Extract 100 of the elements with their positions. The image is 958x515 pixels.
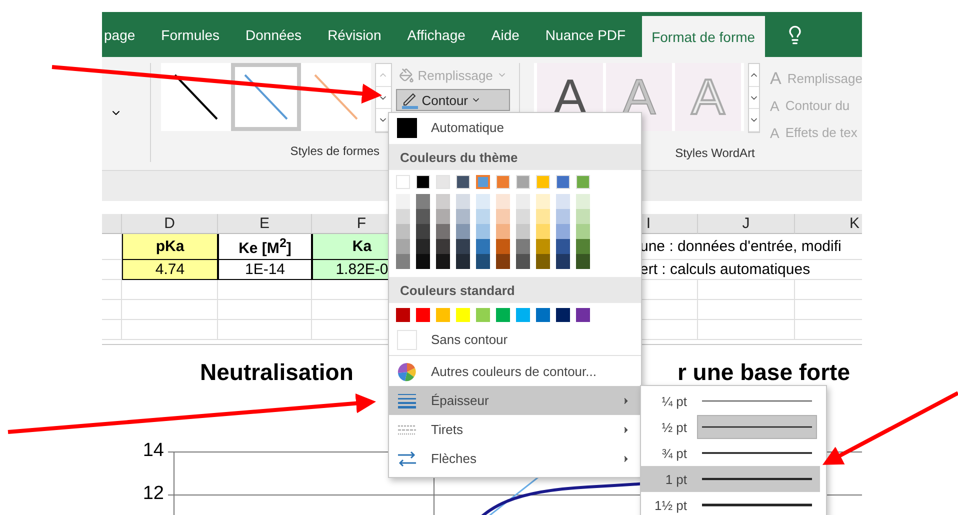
color-swatch[interactable] <box>396 239 410 254</box>
color-swatch[interactable] <box>416 194 430 209</box>
color-swatch[interactable] <box>536 254 550 269</box>
color-swatch[interactable] <box>476 209 490 224</box>
axis-label: 12 <box>142 483 164 505</box>
pen-icon <box>400 91 419 109</box>
color-swatch[interactable] <box>456 209 470 224</box>
color-swatch[interactable] <box>556 209 570 224</box>
color-swatch[interactable] <box>536 224 550 239</box>
color-swatch[interactable] <box>436 308 450 322</box>
column-header[interactable]: D <box>122 214 218 234</box>
section-header: Couleurs du thème <box>389 144 641 170</box>
color-swatch[interactable] <box>456 239 470 254</box>
outline-button[interactable]: Contour <box>396 89 510 111</box>
color-swatch[interactable] <box>576 239 590 254</box>
menu-item[interactable]: Sans contour <box>389 325 641 354</box>
menu-item[interactable]: Épaisseur <box>389 386 641 415</box>
ribbon-tab[interactable]: page <box>102 12 146 57</box>
menu-item[interactable]: ¾ pt <box>641 440 820 466</box>
color-swatch[interactable] <box>416 254 430 269</box>
menu-item[interactable]: Tirets <box>389 415 641 444</box>
color-swatch[interactable] <box>476 239 490 254</box>
color-swatch[interactable] <box>576 254 590 269</box>
color-swatch[interactable] <box>536 194 550 209</box>
color-swatch[interactable] <box>576 224 590 239</box>
color-swatch[interactable] <box>436 209 450 224</box>
line-sample-icon <box>702 425 812 429</box>
color-swatch[interactable] <box>556 308 570 322</box>
color-swatch[interactable] <box>516 224 530 239</box>
menu-item[interactable]: ¼ pt <box>641 388 820 414</box>
color-swatch[interactable] <box>496 254 510 269</box>
color-swatch[interactable] <box>456 254 470 269</box>
color-swatch[interactable] <box>516 308 530 322</box>
color-swatch[interactable] <box>556 224 570 239</box>
color-swatch[interactable] <box>576 308 590 322</box>
color-swatch[interactable] <box>516 194 530 209</box>
color-swatch[interactable] <box>496 209 510 224</box>
color-swatch[interactable] <box>456 194 470 209</box>
color-swatch[interactable] <box>556 239 570 254</box>
color-swatch[interactable] <box>416 308 430 322</box>
color-swatch[interactable] <box>536 308 550 322</box>
color-swatch[interactable] <box>556 194 570 209</box>
color-swatch[interactable] <box>436 239 450 254</box>
line-sample-icon <box>702 503 812 507</box>
color-swatch[interactable] <box>476 254 490 269</box>
color-swatch[interactable] <box>476 308 490 322</box>
color-swatch[interactable] <box>396 308 410 322</box>
shape-style-thumbnail[interactable] <box>230 63 301 131</box>
ribbon-tab[interactable]: Formules <box>151 12 230 57</box>
section-header: Couleurs standard <box>389 277 641 303</box>
color-swatch[interactable] <box>416 239 430 254</box>
color-swatch[interactable] <box>496 308 510 322</box>
color-swatch[interactable] <box>416 224 430 239</box>
ribbon-tab[interactable]: Affichage <box>397 12 476 57</box>
color-swatch[interactable] <box>436 194 450 209</box>
color-swatch[interactable] <box>396 209 410 224</box>
ribbon-tab[interactable]: Données <box>236 12 312 57</box>
color-swatch[interactable] <box>456 224 470 239</box>
column-header[interactable]: K <box>795 214 862 234</box>
table-cell: pKa <box>122 234 218 260</box>
chart-title: r une base forte <box>677 360 850 384</box>
color-swatch[interactable] <box>516 209 530 224</box>
column-header[interactable] <box>102 214 122 234</box>
color-swatch[interactable] <box>496 224 510 239</box>
color-swatch[interactable] <box>436 224 450 239</box>
color-swatch[interactable] <box>436 254 450 269</box>
ribbon-tab[interactable]: Nuance PDF <box>535 12 636 57</box>
ribbon-tab[interactable]: Format de forme <box>642 16 766 57</box>
empty-swatch <box>397 330 417 350</box>
menu-item[interactable]: 1 pt <box>641 466 820 492</box>
color-wheel-icon <box>397 362 417 382</box>
color-swatch[interactable] <box>396 224 410 239</box>
arrows-icon <box>397 450 417 466</box>
ribbon-tab[interactable]: Aide <box>481 12 530 57</box>
color-swatch[interactable] <box>476 194 490 209</box>
color-swatch[interactable] <box>576 209 590 224</box>
color-swatch[interactable] <box>476 175 490 189</box>
column-header[interactable]: E <box>218 214 312 234</box>
color-swatch[interactable] <box>416 209 430 224</box>
color-swatch[interactable] <box>576 194 590 209</box>
ribbon-tab[interactable]: Révision <box>318 12 392 57</box>
color-swatch[interactable] <box>536 239 550 254</box>
color-swatch[interactable] <box>496 239 510 254</box>
menu-item[interactable]: 1½ pt <box>641 492 820 515</box>
menu-item[interactable]: Autres couleurs de contour... <box>389 357 641 386</box>
table-cell <box>102 280 122 300</box>
menu-item[interactable]: Flèches <box>389 444 641 473</box>
color-swatch[interactable] <box>476 224 490 239</box>
color-swatch[interactable] <box>536 209 550 224</box>
color-swatch[interactable] <box>556 254 570 269</box>
column-header[interactable]: J <box>698 214 795 234</box>
color-swatch[interactable] <box>516 239 530 254</box>
color-swatch[interactable] <box>496 194 510 209</box>
group-label: Styles de formes <box>290 144 380 158</box>
color-swatch[interactable] <box>396 194 410 209</box>
color-swatch[interactable] <box>456 308 470 322</box>
line-sample-icon <box>702 399 812 403</box>
color-swatch[interactable] <box>516 254 530 269</box>
table-cell <box>102 320 122 340</box>
color-swatch[interactable] <box>396 254 410 269</box>
